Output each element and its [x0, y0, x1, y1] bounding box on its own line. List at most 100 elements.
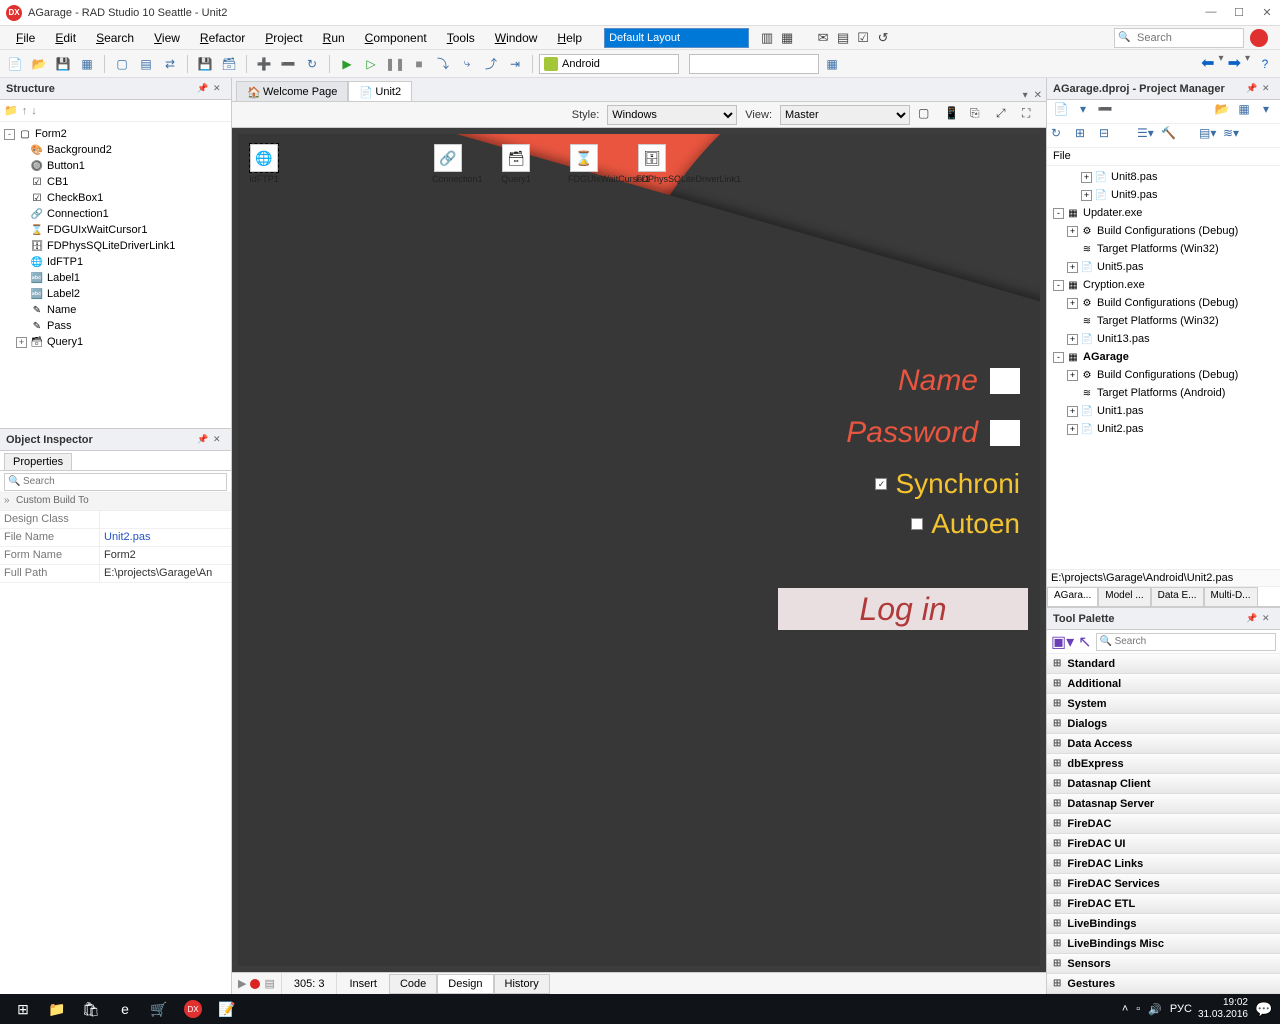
pm-node[interactable]: +📄Unit9.pas: [1047, 186, 1280, 204]
palette-category[interactable]: FireDAC ETL: [1047, 894, 1280, 914]
nav-back-dropdown[interactable]: ▾: [1219, 53, 1224, 75]
menu-refactor[interactable]: Refactor: [190, 28, 255, 48]
autoen-checkbox[interactable]: [911, 518, 923, 530]
notepad-icon[interactable]: 📝: [210, 995, 244, 1023]
nav-fwd-dropdown[interactable]: ▾: [1245, 53, 1250, 75]
tray-volume-icon[interactable]: 🔊: [1148, 1003, 1162, 1016]
save-all-button[interactable]: ▦: [76, 53, 98, 75]
macro-record-icon[interactable]: [250, 979, 260, 989]
macro-play-icon[interactable]: ▶: [238, 977, 246, 990]
palette-category[interactable]: FireDAC Links: [1047, 854, 1280, 874]
pm-tab[interactable]: Model ...: [1098, 587, 1150, 606]
tree-item[interactable]: 🔤Label1: [2, 270, 229, 286]
desktop-delete-icon[interactable]: ▦: [777, 28, 797, 48]
struct-expand-icon[interactable]: 📁: [4, 104, 18, 117]
device-options-button[interactable]: ▦: [821, 53, 843, 75]
start-button[interactable]: ⊞: [6, 995, 40, 1023]
inspector-tab-properties[interactable]: Properties: [4, 453, 72, 470]
pm-build-icon[interactable]: 🔨: [1161, 126, 1181, 146]
menu-edit[interactable]: Edit: [45, 28, 86, 48]
step-out-button[interactable]: ⤴: [480, 53, 502, 75]
component-sqlitelink[interactable]: 🗄FDPhysSQLiteDriverLink1: [636, 144, 668, 190]
tree-item[interactable]: 🌐IdFTP1: [2, 254, 229, 270]
tree-item[interactable]: 🗄FDPhysSQLiteDriverLink1: [2, 238, 229, 254]
mail-icon[interactable]: ✉: [813, 28, 833, 48]
component-waitcursor[interactable]: ⌛FDGUIxWaitCursor1: [568, 144, 600, 190]
store-icon[interactable]: 🛍: [74, 995, 108, 1023]
run-button[interactable]: ▶: [336, 53, 358, 75]
run-nodebug-button[interactable]: ▷: [360, 53, 382, 75]
close-icon[interactable]: ✕: [1262, 613, 1274, 625]
tray-network-icon[interactable]: ▫: [1136, 1003, 1140, 1015]
menu-window[interactable]: Window: [485, 28, 548, 48]
pm-node[interactable]: ≋Target Platforms (Win32): [1047, 312, 1280, 330]
pm-node[interactable]: +⚙Build Configurations (Debug): [1047, 222, 1280, 240]
close-icon[interactable]: ✕: [213, 434, 225, 446]
pm-node[interactable]: +📄Unit8.pas: [1047, 168, 1280, 186]
pm-filter-icon[interactable]: ▤▾: [1199, 126, 1219, 146]
form-list-button[interactable]: ▤: [135, 53, 157, 75]
refresh-icon[interactable]: ↻: [301, 53, 323, 75]
menu-run[interactable]: Run: [313, 28, 355, 48]
remove-file-button[interactable]: ➖: [277, 53, 299, 75]
maximize-button[interactable]: ☐: [1232, 6, 1246, 20]
inspector-category[interactable]: Custom Build To: [0, 493, 231, 511]
sync-checkbox[interactable]: ✓: [875, 478, 887, 490]
minimize-button[interactable]: —: [1204, 6, 1218, 20]
palette-category[interactable]: FireDAC Services: [1047, 874, 1280, 894]
pm-collapse-icon[interactable]: ⊟: [1099, 126, 1119, 146]
tab-code[interactable]: Code: [389, 974, 437, 994]
tree-item[interactable]: ☑CheckBox1: [2, 190, 229, 206]
palette-category[interactable]: FireDAC UI: [1047, 834, 1280, 854]
pause-button[interactable]: ❚❚: [384, 53, 406, 75]
pm-new-icon[interactable]: 📄: [1051, 102, 1071, 122]
style-select[interactable]: Windows: [607, 105, 737, 125]
new-button[interactable]: 📄: [4, 53, 26, 75]
name-input[interactable]: [990, 368, 1020, 394]
palette-category[interactable]: Dialogs: [1047, 714, 1280, 734]
close-button[interactable]: ✕: [1260, 6, 1274, 20]
step-into-button[interactable]: ⤷: [456, 53, 478, 75]
component-idftp[interactable]: 🌐IdFTP1: [248, 144, 280, 190]
stop-button[interactable]: ■: [408, 53, 430, 75]
struct-down-icon[interactable]: ↓: [31, 105, 37, 117]
tree-item[interactable]: ✎Pass: [2, 318, 229, 334]
tree-item[interactable]: ✎Name: [2, 302, 229, 318]
tree-item[interactable]: +🗃Query1: [2, 334, 229, 350]
tree-item[interactable]: ⌛FDGUIxWaitCursor1: [2, 222, 229, 238]
property-grid[interactable]: Design Class File NameUnit2.pas Form Nam…: [0, 511, 231, 583]
calendar-icon[interactable]: ▤: [833, 28, 853, 48]
label-sync[interactable]: ✓Synchroni: [846, 468, 1020, 500]
save-button[interactable]: 💾: [52, 53, 74, 75]
tree-item[interactable]: 🔗Connection1: [2, 206, 229, 222]
tab-dropdown-icon[interactable]: ▾: [1023, 90, 1028, 101]
palette-category[interactable]: Sensors: [1047, 954, 1280, 974]
pm-node[interactable]: +⚙Build Configurations (Debug): [1047, 366, 1280, 384]
pm-node[interactable]: +📄Unit2.pas: [1047, 420, 1280, 438]
view-icon[interactable]: ⤢: [996, 106, 1014, 124]
pm-node[interactable]: -▦Cryption.exe: [1047, 276, 1280, 294]
password-input[interactable]: [990, 420, 1020, 446]
macro-options-icon[interactable]: ▤: [264, 977, 274, 990]
inspector-search-input[interactable]: [4, 473, 227, 491]
pm-config-icon[interactable]: ≋▾: [1223, 126, 1243, 146]
app-store-icon[interactable]: 🛒: [142, 995, 176, 1023]
palette-category[interactable]: FireDAC: [1047, 814, 1280, 834]
pm-node[interactable]: ≋Target Platforms (Android): [1047, 384, 1280, 402]
menu-project[interactable]: Project: [255, 28, 312, 48]
add-file-button[interactable]: ➕: [253, 53, 275, 75]
tree-item[interactable]: 🔤Label2: [2, 286, 229, 302]
nav-fwd-button[interactable]: ➡: [1228, 53, 1241, 75]
nav-back-button[interactable]: ⬅: [1201, 53, 1214, 75]
pin-icon[interactable]: 📌: [197, 434, 209, 446]
pm-remove-icon[interactable]: ➖: [1095, 102, 1115, 122]
palette-pointer-icon[interactable]: ↖: [1078, 632, 1091, 652]
step-over-button[interactable]: ⤵: [432, 53, 454, 75]
explorer-icon[interactable]: 📁: [40, 995, 74, 1023]
pm-dropdown-icon[interactable]: ▾: [1073, 102, 1093, 122]
view-select[interactable]: Master: [780, 105, 910, 125]
palette-category-icon[interactable]: ▣▾: [1051, 632, 1074, 652]
pm-node[interactable]: +📄Unit1.pas: [1047, 402, 1280, 420]
pm-folder-icon[interactable]: 📂: [1212, 102, 1232, 122]
menu-view[interactable]: View: [144, 28, 190, 48]
